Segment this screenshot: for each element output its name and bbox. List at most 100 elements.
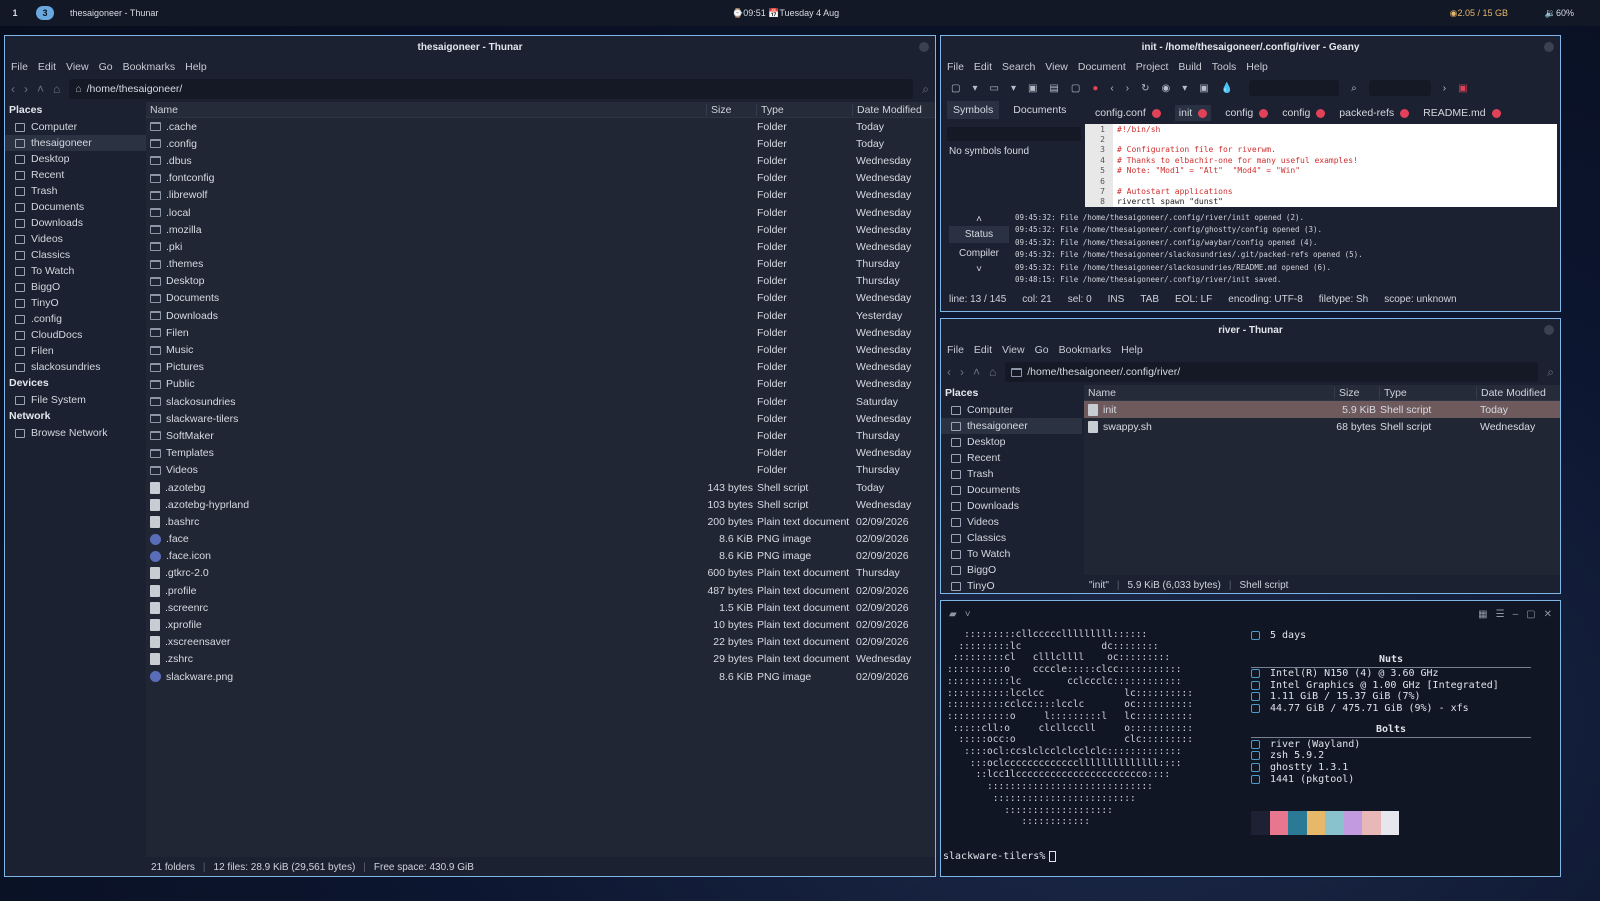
column-header-name[interactable]: Name (146, 104, 706, 116)
file-row[interactable]: .xscreensaver 22 bytes Plain text document… (146, 634, 935, 651)
menu-view[interactable]: View (1002, 344, 1025, 356)
sidebar-item-tinyo[interactable]: TinyO (941, 578, 1082, 593)
search-field[interactable] (1249, 80, 1340, 96)
sidebar-item-clouddocs[interactable]: CloudDocs (5, 327, 146, 343)
file-row[interactable]: Filen Folder Wednesday (146, 324, 935, 341)
doc-tab-packed-refs[interactable]: packed-refs (1339, 107, 1410, 119)
file-row[interactable]: .face 8.6 KiB PNG image 02/09/2026 (146, 531, 935, 548)
home-icon[interactable]: ⌂ (53, 82, 60, 96)
menu-edit[interactable]: Edit (38, 61, 56, 73)
new-file-icon[interactable]: ▢ (951, 83, 960, 94)
doc-tab-config[interactable]: config (1282, 107, 1326, 119)
menu-document[interactable]: Document (1078, 61, 1126, 73)
menu-edit[interactable]: Edit (974, 344, 992, 356)
sidebar-item-filen[interactable]: Filen (5, 343, 146, 359)
search-icon[interactable]: ⌕ (1547, 365, 1554, 380)
file-row[interactable]: .config Folder Today (146, 135, 935, 152)
sidebar-item-downloads[interactable]: Downloads (941, 498, 1082, 514)
sidebar-item-slackosundries[interactable]: slackosundries (5, 359, 146, 375)
jump-icon[interactable]: › (1443, 83, 1446, 94)
open-icon[interactable]: ▭ (989, 83, 998, 94)
file-row[interactable]: .xprofile 10 bytes Plain text document 02/0… (146, 616, 935, 633)
forward-icon[interactable]: › (24, 82, 28, 96)
save-icon[interactable]: ▣ (1028, 83, 1037, 94)
close-button[interactable] (919, 42, 929, 52)
shell-prompt[interactable]: slackware-tilers% (943, 851, 1057, 862)
nav-back-icon[interactable]: ‹ (1110, 83, 1113, 94)
close-tab-icon[interactable] (1198, 108, 1208, 118)
sidebar-item-classics[interactable]: Classics (941, 530, 1082, 546)
tab-overview-icon[interactable]: ▦ (1478, 609, 1487, 620)
close-tab-icon[interactable] (1316, 108, 1326, 118)
column-header-type[interactable]: Type (1379, 386, 1476, 399)
close-button[interactable] (1544, 42, 1554, 52)
close-icon[interactable]: ✕ (1544, 609, 1552, 620)
file-row[interactable]: swappy.sh 68 bytes Shell script Wednesday (1084, 418, 1560, 435)
revert-icon[interactable]: ▢ (1071, 83, 1080, 94)
code-editor[interactable]: 1 #!/bin/sh 2 3 # Configuration file for riv… (1085, 124, 1557, 208)
sidebar-item-browse-network[interactable]: Browse Network (5, 425, 146, 441)
sidebar-item-videos[interactable]: Videos (941, 514, 1082, 530)
back-icon[interactable]: ‹ (11, 82, 15, 96)
tab-symbols[interactable]: Symbols (947, 101, 1000, 119)
file-row[interactable]: .face.icon 8.6 KiB PNG image 02/09/2026 (146, 548, 935, 565)
sidebar-item-tinyo[interactable]: TinyO (5, 295, 146, 311)
doc-tab-config-conf[interactable]: config.conf (1095, 107, 1161, 119)
scroll-down-icon[interactable]: ˅ (949, 264, 1009, 275)
file-row[interactable]: .cache Folder Today (146, 118, 935, 135)
menu-bookmarks[interactable]: Bookmarks (1059, 344, 1112, 356)
file-row[interactable]: Templates Folder Wednesday (146, 445, 935, 462)
file-row[interactable]: .pki Folder Wednesday (146, 238, 935, 255)
file-row[interactable]: SoftMaker Folder Thursday (146, 427, 935, 444)
file-row[interactable]: .azotebg 143 bytes Shell script Today (146, 479, 935, 496)
file-row[interactable]: .gtkrc-2.0 600 bytes Plain text document Th… (146, 565, 935, 582)
menu-bookmarks[interactable]: Bookmarks (123, 61, 176, 73)
dropdown-icon[interactable]: ▾ (972, 83, 977, 94)
sidebar-item-to-watch[interactable]: To Watch (941, 546, 1082, 562)
dropdown-icon-2[interactable]: ▾ (1011, 83, 1016, 94)
sidebar-item-to-watch[interactable]: To Watch (5, 263, 146, 279)
home-icon[interactable]: ⌂ (989, 365, 996, 379)
sidebar-item-computer[interactable]: Computer (5, 119, 146, 135)
file-row[interactable]: .mozilla Folder Wednesday (146, 221, 935, 238)
path-input[interactable]: ⌂ /home/thesaigoneer/ (69, 79, 914, 99)
sidebar-item-downloads[interactable]: Downloads (5, 215, 146, 231)
menu-file[interactable]: File (11, 61, 28, 73)
workspace-1[interactable]: 1 (6, 6, 24, 20)
menu-tools[interactable]: Tools (1212, 61, 1237, 73)
up-icon[interactable]: ˄ (37, 82, 44, 96)
sidebar-item-classics[interactable]: Classics (5, 247, 146, 263)
file-row[interactable]: init 5.9 KiB Shell script Today (1084, 401, 1560, 418)
file-row[interactable]: .themes Folder Thursday (146, 256, 935, 273)
dropdown-icon-3[interactable]: ▾ (1182, 83, 1187, 94)
sidebar-item-documents[interactable]: Documents (5, 199, 146, 215)
doc-tab-readme-md[interactable]: README.md (1423, 107, 1501, 119)
path-input[interactable]: /home/thesaigoneer/.config/river/ (1005, 362, 1539, 382)
sidebar-item-biggo[interactable]: BiggO (941, 562, 1082, 578)
clock[interactable]: ⌚09:51 📅Tuesday 4 Aug (732, 8, 839, 19)
tab-documents[interactable]: Documents (1013, 104, 1066, 116)
sidebar-item-thesaigoneer[interactable]: thesaigoneer (5, 135, 146, 151)
back-icon[interactable]: ‹ (947, 365, 951, 379)
column-header-date-modified[interactable]: Date Modified (1476, 386, 1560, 399)
column-header-size[interactable]: Size (706, 103, 756, 116)
save-all-icon[interactable]: ▤ (1049, 83, 1058, 94)
column-header-date-modified[interactable]: Date Modified (852, 103, 935, 116)
file-row[interactable]: Music Folder Wednesday (146, 341, 935, 358)
close-file-icon[interactable]: ● (1092, 83, 1098, 94)
menu-search[interactable]: Search (1002, 61, 1035, 73)
file-row[interactable]: .profile 487 bytes Plain text document 02/0… (146, 582, 935, 599)
minimize-icon[interactable]: – (1513, 609, 1519, 620)
file-row[interactable]: Documents Folder Wednesday (146, 290, 935, 307)
menu-help[interactable]: Help (1121, 344, 1143, 356)
search-icon[interactable]: ⌕ (922, 82, 929, 97)
chevron-down-icon[interactable]: ˅ (965, 609, 971, 620)
file-row[interactable]: Desktop Folder Thursday (146, 273, 935, 290)
menu-icon[interactable]: ☰ (1496, 609, 1505, 620)
file-row[interactable]: Pictures Folder Wednesday (146, 359, 935, 376)
file-row[interactable]: .fontconfig Folder Wednesday (146, 170, 935, 187)
sidebar-item-trash[interactable]: Trash (941, 466, 1082, 482)
color-icon[interactable]: 💧 (1221, 83, 1233, 94)
quit-icon[interactable]: ▣ (1458, 83, 1467, 94)
run-icon[interactable]: ▣ (1199, 83, 1208, 94)
